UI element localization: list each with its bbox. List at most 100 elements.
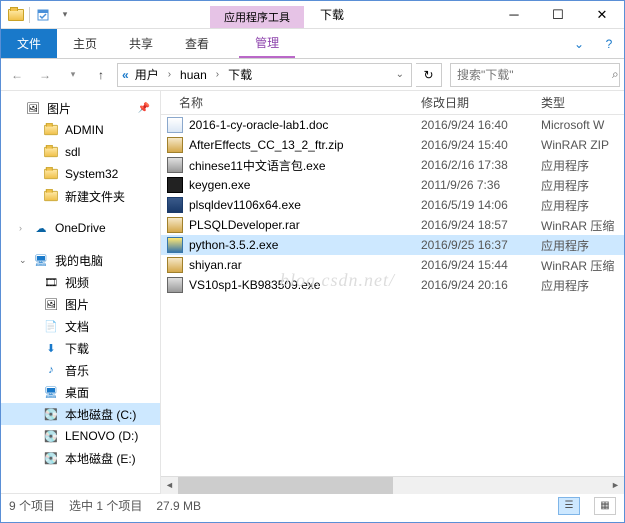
nav-pane[interactable]: 🖼图片📌 ADMIN sdl System32 新建文件夹 ›☁OneDrive… xyxy=(1,91,161,493)
file-type: 应用程序 xyxy=(541,177,624,194)
sidebar-item-pictures2[interactable]: 🖼图片 xyxy=(1,293,160,315)
crumb-huan[interactable]: huan xyxy=(176,68,211,82)
file-name: AfterEffects_CC_13_2_ftr.zip xyxy=(189,138,421,152)
chevron-right-icon[interactable]: › xyxy=(213,69,222,80)
details-view-button[interactable]: ☰ xyxy=(558,497,580,515)
col-name[interactable]: 名称 xyxy=(161,94,421,111)
file-rows[interactable]: 2016-1-cy-oracle-lab1.doc2016/9/24 16:40… xyxy=(161,115,624,476)
file-icon xyxy=(161,177,189,193)
sidebar-item-onedrive[interactable]: ›☁OneDrive xyxy=(1,217,160,239)
status-size: 27.9 MB xyxy=(156,499,201,513)
sidebar-item-system32[interactable]: System32 xyxy=(1,163,160,185)
file-date: 2016/2/16 17:38 xyxy=(421,158,541,172)
ribbon-tabs: 文件 主页 共享 查看 管理 ⌄ ? xyxy=(1,29,624,59)
table-row[interactable]: 2016-1-cy-oracle-lab1.doc2016/9/24 16:40… xyxy=(161,115,624,135)
sidebar-item-newfolder[interactable]: 新建文件夹 xyxy=(1,185,160,207)
folder-icon xyxy=(43,122,59,138)
crumb-users[interactable]: 用户 xyxy=(131,66,163,83)
sidebar-item-sdl[interactable]: sdl xyxy=(1,141,160,163)
table-row[interactable]: VS10sp1-KB983509.exe2016/9/24 20:16应用程序 xyxy=(161,275,624,295)
pin-icon: 📌 xyxy=(138,103,150,114)
col-type[interactable]: 类型 xyxy=(541,94,624,111)
file-icon xyxy=(161,137,189,153)
minimize-button[interactable]: ─ xyxy=(492,1,536,28)
up-button[interactable]: ↑ xyxy=(89,63,113,87)
file-icon xyxy=(161,237,189,253)
titlebar: ▾ 应用程序工具 下载 ─ ☐ ✕ xyxy=(1,1,624,29)
crumb-downloads[interactable]: 下载 xyxy=(224,66,256,83)
tab-share[interactable]: 共享 xyxy=(113,29,169,58)
back-button[interactable]: ← xyxy=(5,63,29,87)
onedrive-icon: ☁ xyxy=(33,220,49,236)
chevron-right-icon[interactable]: › xyxy=(165,69,174,80)
file-icon xyxy=(161,277,189,293)
folder-icon[interactable] xyxy=(7,6,25,24)
help-icon[interactable]: ? xyxy=(594,29,624,58)
sidebar-item-videos[interactable]: 🎞视频 xyxy=(1,271,160,293)
sidebar-item-documents[interactable]: 📄文档 xyxy=(1,315,160,337)
disk-icon: 💽 xyxy=(43,428,59,444)
tab-view[interactable]: 查看 xyxy=(169,29,225,58)
table-row[interactable]: PLSQLDeveloper.rar2016/9/24 18:57WinRAR … xyxy=(161,215,624,235)
forward-button[interactable]: → xyxy=(33,63,57,87)
tab-home[interactable]: 主页 xyxy=(57,29,113,58)
file-icon xyxy=(161,197,189,213)
tab-file[interactable]: 文件 xyxy=(1,29,57,58)
file-list-pane: 名称 修改日期 类型 2016-1-cy-oracle-lab1.doc2016… xyxy=(161,91,624,493)
file-date: 2016/9/25 16:37 xyxy=(421,238,541,252)
file-type: 应用程序 xyxy=(541,277,624,294)
sidebar-item-pictures[interactable]: 🖼图片📌 xyxy=(1,97,160,119)
scroll-left-button[interactable]: ◄ xyxy=(161,477,178,494)
sidebar-item-diskd[interactable]: 💽LENOVO (D:) xyxy=(1,425,160,447)
file-date: 2016/9/24 16:40 xyxy=(421,118,541,132)
column-headers: 名称 修改日期 类型 xyxy=(161,91,624,115)
sidebar-item-diske[interactable]: 💽本地磁盘 (E:) xyxy=(1,447,160,469)
file-type: WinRAR 压缩 xyxy=(541,217,624,234)
scroll-right-button[interactable]: ► xyxy=(607,477,624,494)
search-box[interactable]: ⌕ xyxy=(450,63,620,87)
search-icon[interactable]: ⌕ xyxy=(612,67,619,82)
maximize-button[interactable]: ☐ xyxy=(536,1,580,28)
breadcrumb-root-icon[interactable]: « xyxy=(122,68,129,82)
icons-view-button[interactable]: ▦ xyxy=(594,497,616,515)
ribbon-expand-icon[interactable]: ⌄ xyxy=(564,29,594,58)
sidebar-item-admin[interactable]: ADMIN xyxy=(1,119,160,141)
scroll-thumb[interactable] xyxy=(178,477,393,494)
refresh-button[interactable]: ↻ xyxy=(416,63,442,87)
quick-access-toolbar: ▾ xyxy=(1,1,80,28)
table-row[interactable]: plsqldev1106x64.exe2016/5/19 14:06应用程序 xyxy=(161,195,624,215)
table-row[interactable]: chinese11中文语言包.exe2016/2/16 17:38应用程序 xyxy=(161,155,624,175)
sidebar-item-thispc[interactable]: ⌄🖥我的电脑 xyxy=(1,249,160,271)
scroll-track[interactable] xyxy=(178,477,607,494)
disk-icon: 💽 xyxy=(43,406,59,422)
file-icon xyxy=(161,157,189,173)
music-icon: ♪ xyxy=(43,362,59,378)
table-row[interactable]: keygen.exe2011/9/26 7:36应用程序 xyxy=(161,175,624,195)
sidebar-item-diskc[interactable]: 💽本地磁盘 (C:) xyxy=(1,403,160,425)
search-input[interactable] xyxy=(457,68,612,82)
properties-icon[interactable] xyxy=(34,6,52,24)
downloads-icon: ⬇ xyxy=(43,340,59,356)
file-type: WinRAR ZIP xyxy=(541,138,624,152)
horizontal-scrollbar[interactable]: ◄ ► xyxy=(161,476,624,493)
sidebar-item-desktop[interactable]: 🖥桌面 xyxy=(1,381,160,403)
col-date[interactable]: 修改日期 xyxy=(421,94,541,111)
breadcrumb[interactable]: « 用户 › huan › 下载 ⌄ xyxy=(117,63,412,87)
file-type: 应用程序 xyxy=(541,237,624,254)
table-row[interactable]: AfterEffects_CC_13_2_ftr.zip2016/9/24 15… xyxy=(161,135,624,155)
tab-manage[interactable]: 管理 xyxy=(239,29,295,58)
sidebar-item-music[interactable]: ♪音乐 xyxy=(1,359,160,381)
file-icon xyxy=(161,257,189,273)
file-type: Microsoft W xyxy=(541,118,624,132)
recent-dropdown[interactable]: ▾ xyxy=(61,63,85,87)
sidebar-item-downloads[interactable]: ⬇下载 xyxy=(1,337,160,359)
documents-icon: 📄 xyxy=(43,318,59,334)
table-row[interactable]: python-3.5.2.exe2016/9/25 16:37应用程序 xyxy=(161,235,624,255)
close-button[interactable]: ✕ xyxy=(580,1,624,28)
file-icon xyxy=(161,117,189,133)
pictures-icon: 🖼 xyxy=(25,100,41,116)
table-row[interactable]: shiyan.rar2016/9/24 15:44WinRAR 压缩 xyxy=(161,255,624,275)
qat-dropdown-icon[interactable]: ▾ xyxy=(56,6,74,24)
file-name: plsqldev1106x64.exe xyxy=(189,198,421,212)
breadcrumb-dropdown-icon[interactable]: ⌄ xyxy=(393,69,407,80)
